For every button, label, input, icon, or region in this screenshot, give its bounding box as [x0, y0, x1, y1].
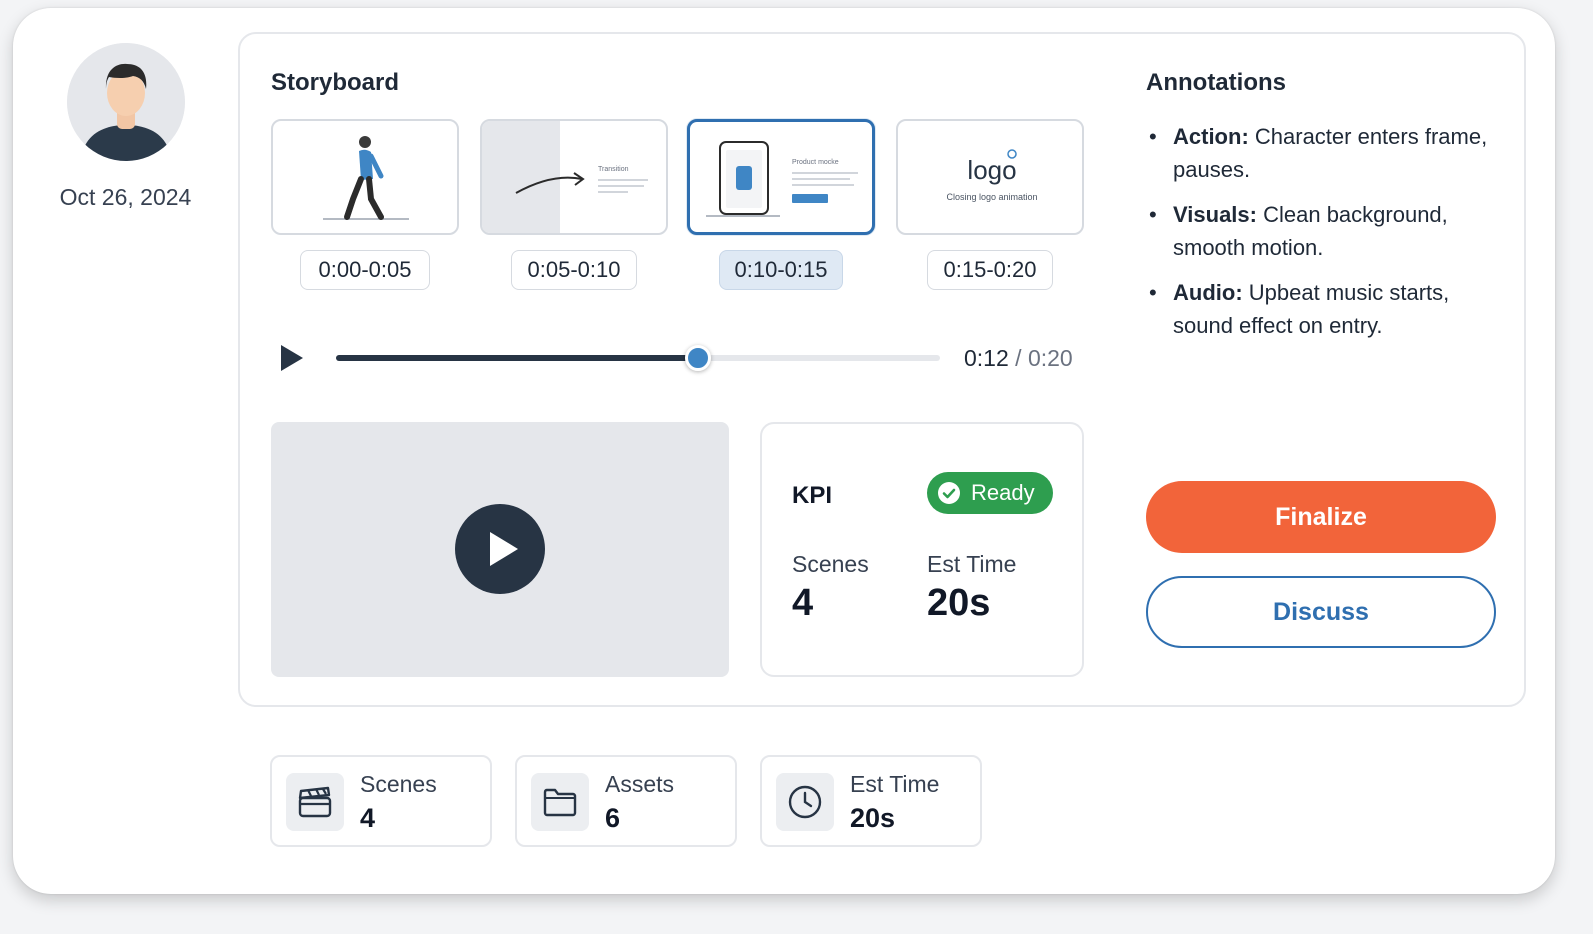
play-icon[interactable]	[279, 343, 305, 373]
logo-caption: Closing logo animation	[946, 192, 1037, 202]
check-circle-icon	[938, 482, 960, 504]
annotations-list: Action: Character enters frame, pauses. …	[1146, 120, 1506, 354]
app-window: Oct 26, 2024 Storyboard Transition Produ…	[13, 8, 1555, 894]
storyboard-thumbnail-3[interactable]: Product mocke	[687, 119, 875, 235]
time-pill-3[interactable]: 0:10-0:15	[719, 250, 843, 290]
folder-icon	[531, 773, 589, 831]
current-time: 0:12	[964, 345, 1009, 371]
status-label: Ready	[971, 480, 1035, 505]
stat-value: 20s	[850, 803, 896, 833]
play-icon	[490, 532, 518, 566]
stat-card-assets: Assets 6	[515, 755, 737, 847]
storyboard-thumbnail-1[interactable]	[271, 119, 459, 235]
logo-text: logo	[967, 155, 1016, 185]
video-play-button[interactable]	[455, 504, 545, 594]
storyboard-thumbnail-4[interactable]: logo Closing logo animation	[896, 119, 1084, 235]
kpi-scenes-value: 4	[792, 582, 814, 624]
annotation-label: Audio:	[1173, 280, 1243, 305]
kpi-card: KPI Ready Scenes 4 Est Time 20s	[760, 422, 1084, 677]
clapperboard-icon	[286, 773, 344, 831]
kpi-time-value: 20s	[927, 582, 991, 624]
storyboard-title: Storyboard	[271, 69, 400, 96]
stat-label: Scenes	[360, 771, 437, 797]
timeline-handle[interactable]	[685, 345, 712, 371]
finalize-button[interactable]: Finalize	[1146, 481, 1496, 553]
time-readout: 0:12 / 0:20	[964, 345, 1073, 372]
timeline-scrubber[interactable]	[336, 345, 940, 371]
time-separator: /	[1008, 345, 1028, 371]
stat-card-est-time: Est Time 20s	[760, 755, 982, 847]
clock-icon	[776, 773, 834, 831]
annotation-item: Action: Character enters frame, pauses.	[1146, 120, 1506, 186]
stat-value: 4	[360, 803, 376, 833]
video-preview[interactable]	[271, 422, 729, 677]
kpi-time-label: Est Time	[927, 551, 1017, 577]
annotation-item: Visuals: Clean background, smooth motion…	[1146, 198, 1506, 264]
kpi-scenes-label: Scenes	[792, 551, 869, 577]
time-pill-2[interactable]: 0:05-0:10	[511, 250, 637, 290]
timeline-progress	[336, 355, 699, 361]
kpi-title: KPI	[792, 482, 833, 509]
time-pill-4[interactable]: 0:15-0:20	[927, 250, 1053, 290]
storyboard-thumbnail-2[interactable]: Transition	[480, 119, 668, 235]
transition-caption: Transition	[598, 166, 629, 173]
stat-label: Est Time	[850, 771, 940, 797]
discuss-button[interactable]: Discuss	[1146, 576, 1496, 648]
annotation-label: Action:	[1173, 124, 1249, 149]
annotations-title: Annotations	[1146, 69, 1286, 96]
annotation-item: Audio: Upbeat music starts, sound effect…	[1146, 276, 1506, 342]
time-pill-1[interactable]: 0:00-0:05	[300, 250, 430, 290]
date-label: Oct 26, 2024	[59, 184, 192, 210]
status-badge: Ready	[927, 472, 1053, 514]
total-time: 0:20	[1027, 345, 1073, 371]
storyboard-card: Storyboard Transition Product mocke logo…	[238, 32, 1526, 707]
annotation-label: Visuals:	[1173, 202, 1257, 227]
stat-value: 6	[605, 803, 621, 833]
stat-card-scenes: Scenes 4	[270, 755, 492, 847]
avatar[interactable]	[67, 43, 185, 161]
stat-label: Assets	[605, 771, 675, 797]
product-caption: Product mocke	[792, 159, 839, 166]
